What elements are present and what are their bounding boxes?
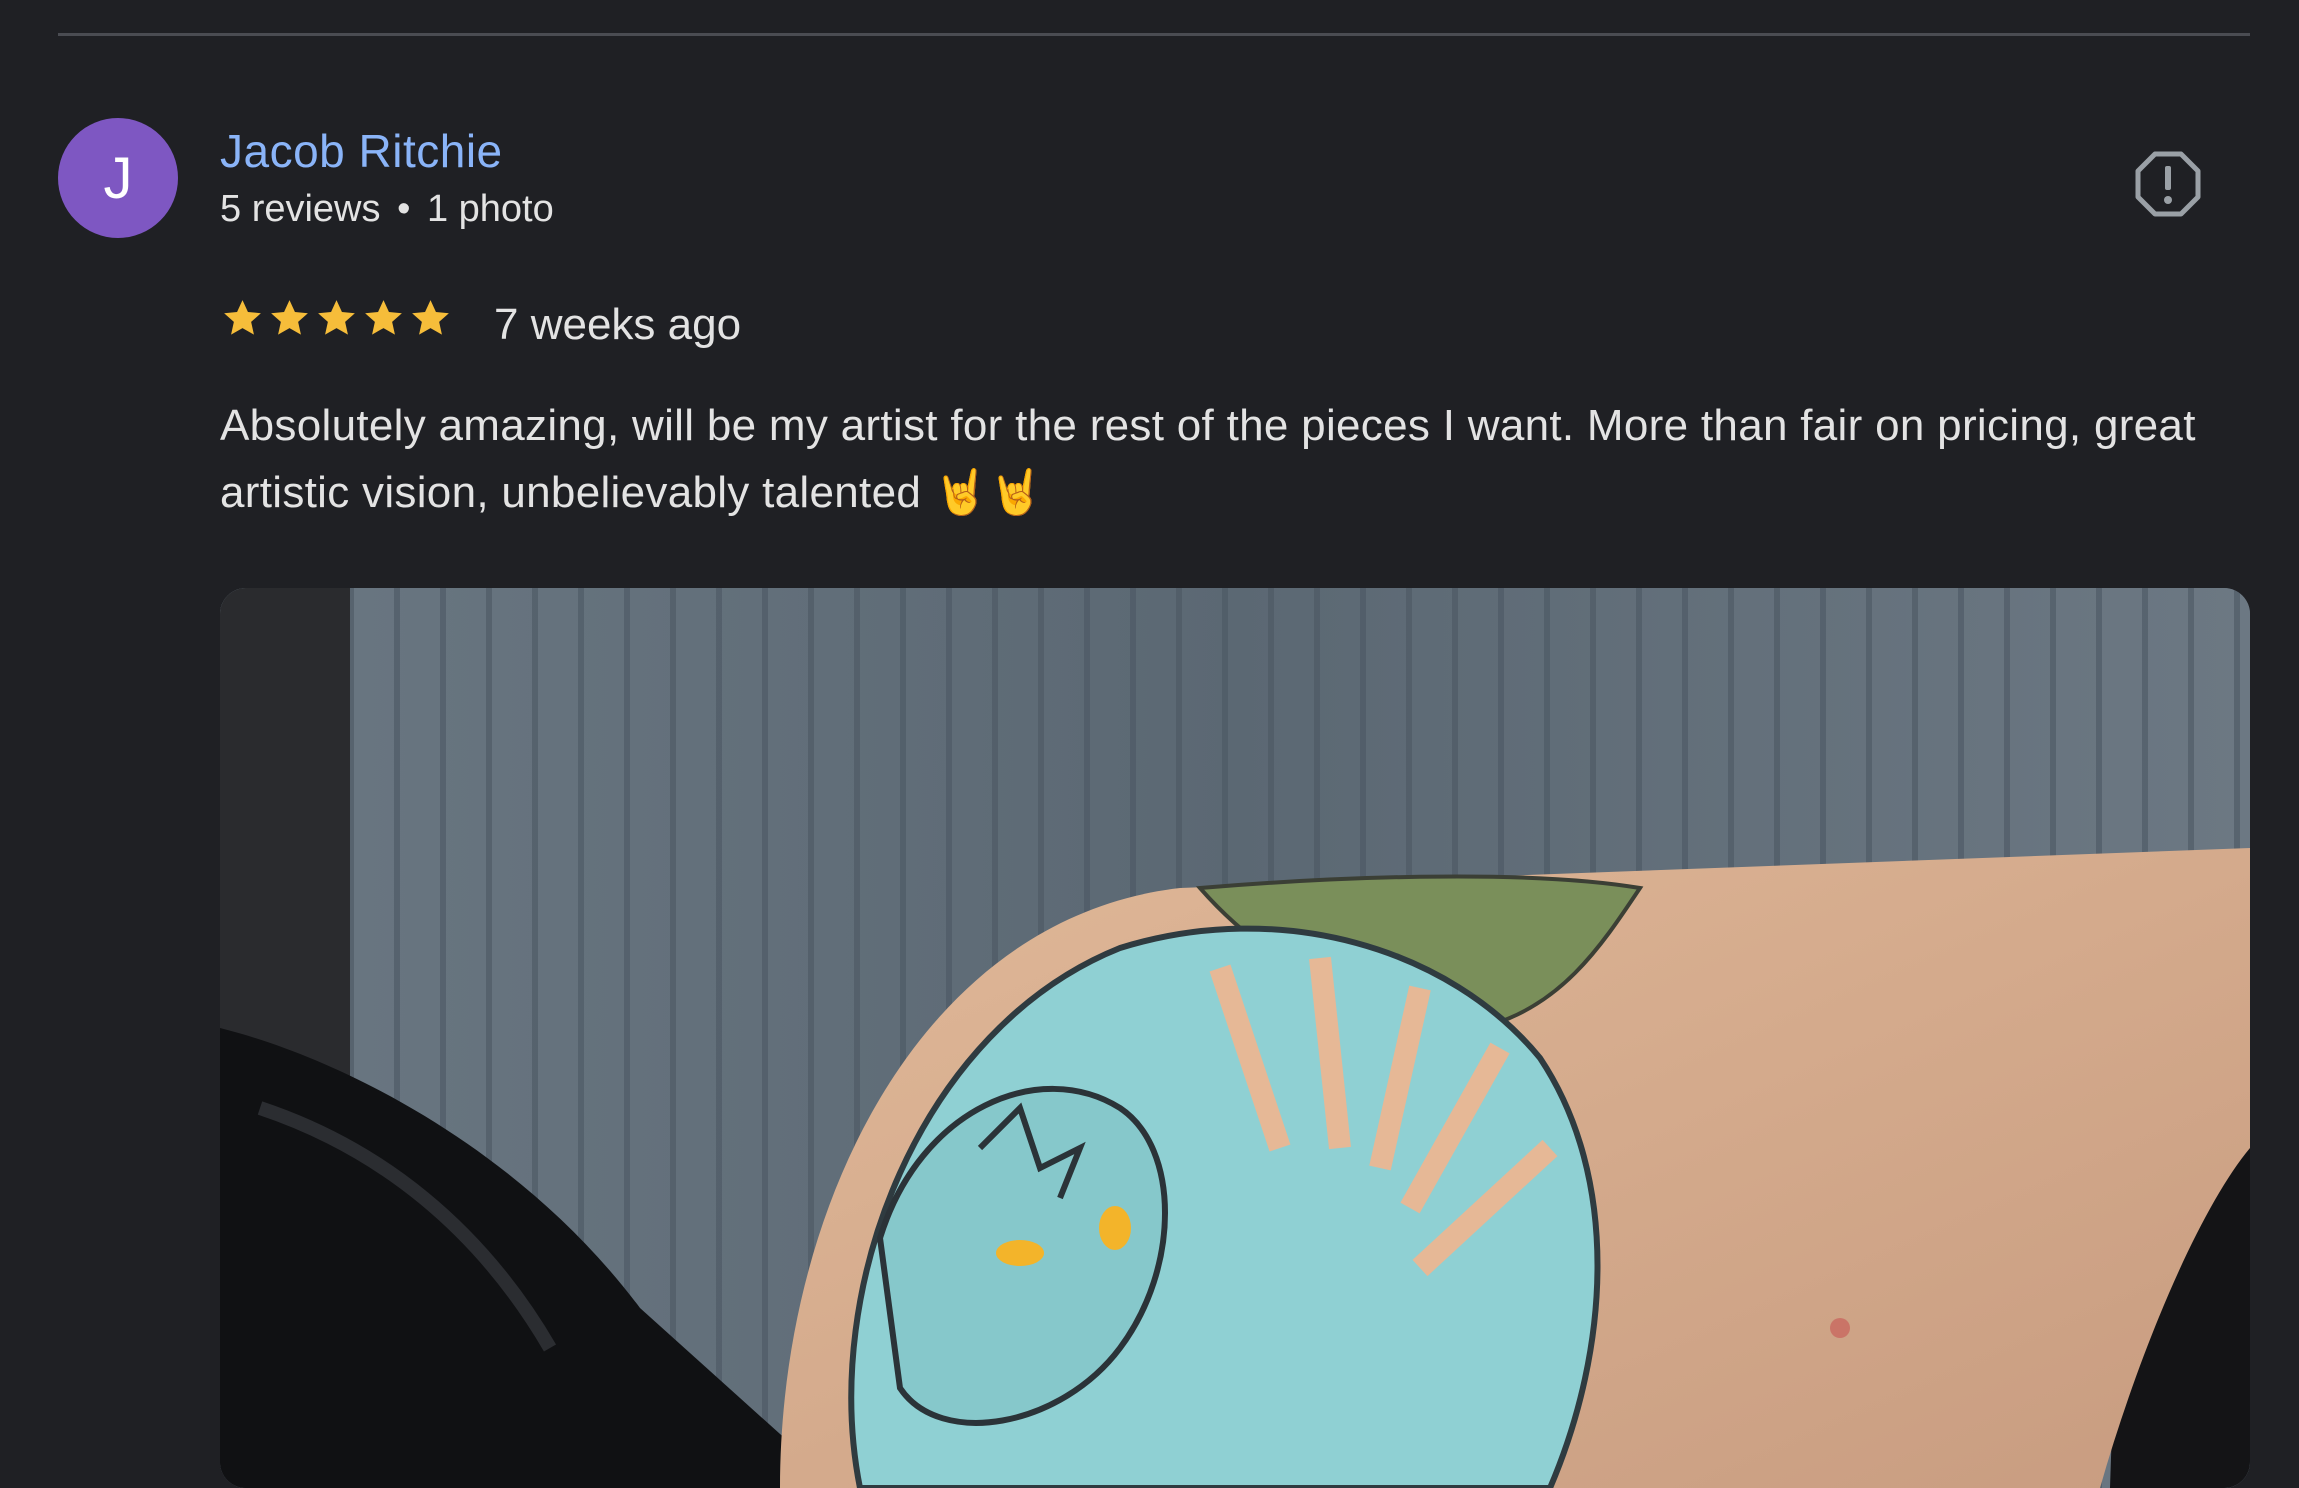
reviewer-stats: 5 reviews • 1 photo	[220, 188, 554, 231]
review-date: 7 weeks ago	[494, 300, 742, 349]
star-icon	[408, 296, 453, 341]
star-icon	[361, 296, 406, 341]
review-count: 5 reviews	[220, 188, 381, 230]
photo-count: 1 photo	[426, 188, 554, 230]
stats-separator: •	[397, 188, 411, 230]
avatar[interactable]: J	[58, 118, 178, 238]
reviewer-name[interactable]: Jacob Ritchie	[220, 124, 503, 178]
star-icon	[314, 296, 359, 341]
avatar-letter: J	[103, 145, 133, 211]
section-divider	[58, 33, 2250, 36]
star-rating	[220, 296, 453, 341]
review-text: Absolutely amazing, will be my artist fo…	[220, 401, 2196, 517]
star-icon	[267, 296, 312, 341]
report-flag-icon[interactable]	[2134, 150, 2202, 218]
review-photo[interactable]	[220, 588, 2250, 1488]
star-icon	[220, 296, 265, 341]
